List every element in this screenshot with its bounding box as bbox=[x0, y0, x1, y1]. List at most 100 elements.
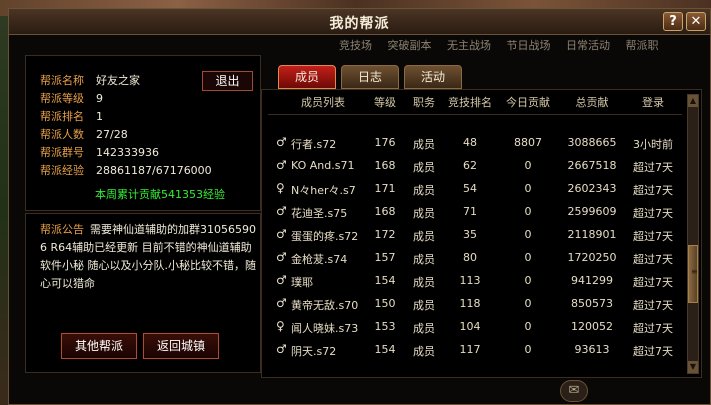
member-total-contribution: 2599609 bbox=[567, 205, 617, 218]
member-total-contribution: 93613 bbox=[574, 343, 610, 356]
other-guilds-button[interactable]: 其他帮派 bbox=[61, 333, 137, 359]
member-login: 超过7天 bbox=[633, 230, 673, 243]
member-name[interactable]: 闻人晓妹.s73 bbox=[291, 320, 367, 336]
member-login: 超过7天 bbox=[633, 184, 673, 197]
member-total-contribution: 2602343 bbox=[567, 182, 617, 195]
member-login: 超过7天 bbox=[633, 322, 673, 335]
table-row[interactable]: ♂ 阴天.s72 154 成员 117 0 93613 超过7天 bbox=[262, 339, 682, 361]
scrollbar[interactable]: ▲ ≡ ▼ bbox=[687, 94, 699, 374]
member-name[interactable]: 金枪茇.s74 bbox=[291, 251, 367, 267]
table-row[interactable]: ♀ N々her々.s7 171 成员 54 0 2602343 超过7天 bbox=[262, 178, 682, 200]
help-button[interactable]: ? bbox=[663, 12, 683, 31]
member-arena-rank: 117 bbox=[459, 343, 481, 356]
member-login: 超过7天 bbox=[633, 276, 673, 289]
female-icon: ♀ bbox=[276, 181, 285, 195]
member-level: 154 bbox=[374, 274, 396, 287]
member-name[interactable]: 璞耶 bbox=[291, 274, 367, 290]
return-city-button[interactable]: 返回城镇 bbox=[143, 333, 219, 359]
member-arena-rank: 71 bbox=[463, 205, 477, 218]
guild-rank-label: 帮派排名 bbox=[40, 110, 84, 123]
table-row[interactable]: ♂ 行者.s72 176 成员 48 8807 3088665 3小时前 bbox=[262, 132, 682, 154]
member-name[interactable]: N々her々.s7 bbox=[291, 182, 367, 198]
scroll-up-icon[interactable]: ▲ bbox=[688, 95, 698, 107]
member-arena-rank: 80 bbox=[463, 251, 477, 264]
grip-icon: ≡ bbox=[691, 267, 698, 276]
member-name[interactable]: 阴天.s72 bbox=[291, 343, 367, 359]
table-row[interactable]: ♂ 璞耶 154 成员 113 0 941299 超过7天 bbox=[262, 270, 682, 292]
member-level: 154 bbox=[374, 343, 396, 356]
subnav-item: 节日战场 bbox=[506, 39, 551, 51]
male-icon: ♂ bbox=[276, 250, 287, 264]
notice-body: 帮派公告 需要神仙道辅助的加群310565906 R64辅助已经更新 目前不错的神… bbox=[40, 221, 256, 293]
member-role: 成员 bbox=[413, 322, 435, 335]
member-role: 成员 bbox=[413, 161, 435, 174]
guild-members-row: 帮派人数 27/28 bbox=[40, 128, 128, 142]
tab-log[interactable]: 日志 bbox=[341, 65, 399, 89]
member-level: 176 bbox=[374, 136, 396, 149]
male-icon: ♂ bbox=[276, 204, 287, 218]
member-arena-rank: 104 bbox=[459, 320, 481, 333]
member-name[interactable]: 行者.s72 bbox=[291, 136, 367, 152]
member-role: 成员 bbox=[413, 276, 435, 289]
table-row[interactable]: ♀ 闻人晓妹.s73 153 成员 104 0 120052 超过7天 bbox=[262, 316, 682, 338]
member-today-contribution: 8807 bbox=[514, 136, 542, 149]
member-total-contribution: 2118901 bbox=[567, 228, 617, 241]
game-screen: 我的帮派 ? ✕ 竞技场 突破副本 无主战场 节日战场 日常活动 帮派职 帮派名… bbox=[0, 0, 711, 405]
member-level: 157 bbox=[374, 251, 396, 264]
table-row[interactable]: ♂ KO And.s71 168 成员 62 0 2667518 超过7天 bbox=[262, 155, 682, 177]
member-total-contribution: 120052 bbox=[571, 320, 613, 333]
member-total-contribution: 850573 bbox=[571, 297, 613, 310]
member-total-contribution: 941299 bbox=[571, 274, 613, 287]
member-list-panel: 成员列表 等级 职务 竞技排名 今日贡献 总贡献 登录 ♂ 行者.s72 176 成员… bbox=[261, 89, 702, 378]
member-arena-rank: 113 bbox=[459, 274, 481, 287]
table-row[interactable]: ♂ 金枪茇.s74 157 成员 80 0 1720250 超过7天 bbox=[262, 247, 682, 269]
tab-members[interactable]: 成员 bbox=[278, 65, 336, 89]
member-today-contribution: 0 bbox=[524, 205, 532, 218]
member-name[interactable]: 蛋蛋的疼.s72 bbox=[291, 228, 367, 244]
member-arena-rank: 48 bbox=[463, 136, 477, 149]
member-today-contribution: 0 bbox=[524, 159, 532, 172]
table-row[interactable]: ♂ 黄帝无敌.s70 150 成员 118 0 850573 超过7天 bbox=[262, 293, 682, 315]
title-bar[interactable]: 我的帮派 ? ✕ bbox=[9, 9, 710, 35]
member-name[interactable]: KO And.s71 bbox=[291, 159, 367, 172]
guild-group-label: 帮派群号 bbox=[40, 146, 84, 159]
header-login[interactable]: 登录 bbox=[622, 94, 684, 110]
member-level: 168 bbox=[374, 159, 396, 172]
member-login: 超过7天 bbox=[633, 253, 673, 266]
member-today-contribution: 0 bbox=[524, 274, 532, 287]
notice-label: 帮派公告 bbox=[40, 223, 84, 236]
member-name[interactable]: 黄帝无敌.s70 bbox=[291, 297, 367, 313]
header-member-list[interactable]: 成员列表 bbox=[281, 94, 365, 110]
member-login: 超过7天 bbox=[633, 299, 673, 312]
member-level: 168 bbox=[374, 205, 396, 218]
male-icon: ♂ bbox=[276, 158, 287, 172]
male-icon: ♂ bbox=[276, 296, 287, 310]
table-row[interactable]: ♂ 花迪圣.s75 168 成员 71 0 2599609 超过7天 bbox=[262, 201, 682, 223]
exit-guild-button[interactable]: 退出 bbox=[202, 71, 253, 91]
header-level[interactable]: 等级 bbox=[365, 94, 405, 110]
member-name[interactable]: 花迪圣.s75 bbox=[291, 205, 367, 221]
header-total-contribution[interactable]: 总贡献 bbox=[560, 94, 624, 110]
header-today-contribution[interactable]: 今日贡献 bbox=[496, 94, 560, 110]
member-level: 171 bbox=[374, 182, 396, 195]
header-role[interactable]: 职务 bbox=[405, 94, 443, 110]
table-row[interactable]: ♂ 蛋蛋的疼.s72 172 成员 35 0 2118901 超过7天 bbox=[262, 224, 682, 246]
header-arena-rank[interactable]: 竞技排名 bbox=[445, 94, 495, 110]
member-total-contribution: 1720250 bbox=[567, 251, 617, 264]
member-login: 超过7天 bbox=[633, 207, 673, 220]
close-button[interactable]: ✕ bbox=[686, 12, 706, 31]
guild-name-label: 帮派名称 bbox=[40, 74, 84, 87]
scrollbar-thumb[interactable]: ≡ bbox=[688, 245, 698, 303]
tab-activity[interactable]: 活动 bbox=[404, 65, 462, 89]
member-today-contribution: 0 bbox=[524, 251, 532, 264]
scroll-down-icon[interactable]: ▼ bbox=[688, 361, 698, 373]
member-today-contribution: 0 bbox=[524, 320, 532, 333]
guild-info-panel: 帮派名称 好友之家 帮派等级 9 帮派排名 1 帮派人数 27/28 帮派群号 14233… bbox=[25, 55, 261, 211]
subnav-item: 无主战场 bbox=[447, 39, 491, 51]
member-login: 超过7天 bbox=[633, 345, 673, 358]
male-icon: ♂ bbox=[276, 342, 287, 356]
member-role: 成员 bbox=[413, 207, 435, 220]
member-login: 3小时前 bbox=[633, 138, 673, 151]
subnav-item: 帮派职 bbox=[625, 39, 659, 51]
mail-icon[interactable]: ✉ bbox=[560, 380, 588, 402]
